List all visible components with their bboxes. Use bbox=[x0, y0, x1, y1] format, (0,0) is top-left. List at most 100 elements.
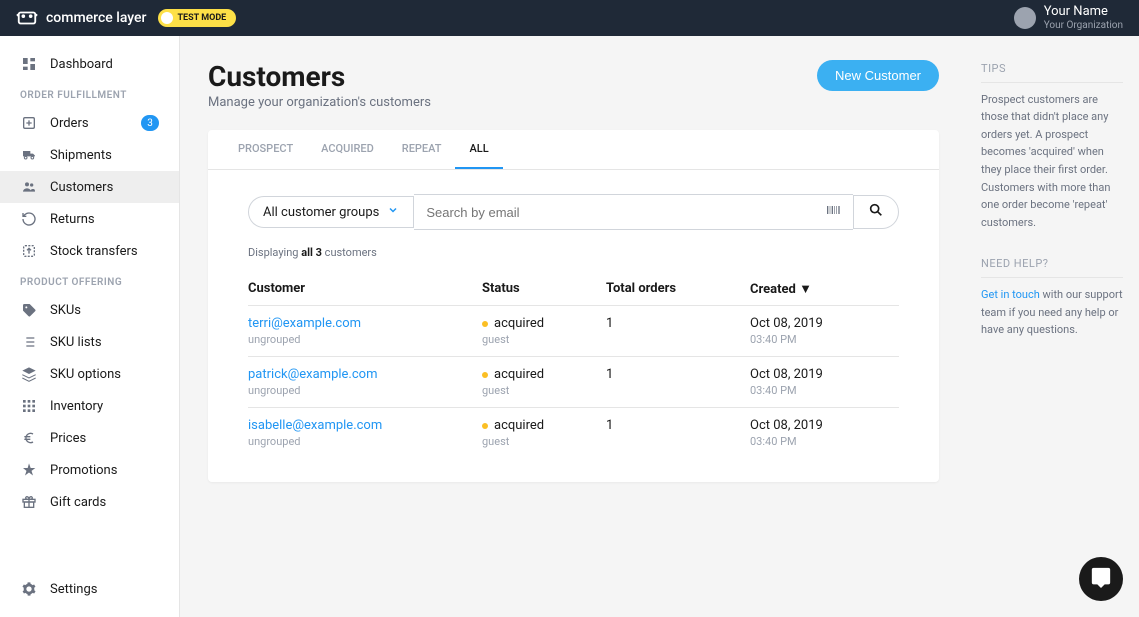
sidebar-item-prices[interactable]: Prices bbox=[0, 422, 179, 454]
sidebar-item-promotions[interactable]: Promotions bbox=[0, 454, 179, 486]
sidebar-item-label: Dashboard bbox=[50, 57, 113, 72]
customer-role: guest bbox=[482, 333, 606, 346]
orders-icon bbox=[20, 114, 38, 132]
sidebar-section-orders: ORDER FULFILLMENT bbox=[0, 80, 179, 107]
sidebar-item-label: Returns bbox=[50, 212, 95, 227]
customers-table: Customer Status Total orders Created ▼ t… bbox=[208, 271, 939, 482]
total-orders: 1 bbox=[606, 316, 750, 331]
customer-groups-dropdown[interactable]: All customer groups bbox=[248, 196, 414, 228]
help-heading: NEED HELP? bbox=[981, 255, 1123, 278]
customer-group: ungrouped bbox=[248, 333, 482, 346]
euro-icon bbox=[20, 429, 38, 447]
status-badge: acquired bbox=[482, 316, 606, 331]
search-box bbox=[414, 194, 853, 230]
customer-email-link[interactable]: isabelle@example.com bbox=[248, 418, 382, 433]
dashboard-icon bbox=[20, 55, 38, 73]
sidebar-item-label: Orders bbox=[50, 116, 89, 131]
header-left: commerce layer TEST MODE bbox=[16, 7, 236, 29]
star-icon bbox=[20, 461, 38, 479]
page-subtitle: Manage your organization's customers bbox=[208, 95, 431, 110]
sidebar-item-returns[interactable]: Returns bbox=[0, 203, 179, 235]
user-org: Your Organization bbox=[1044, 20, 1123, 32]
sidebar-item-sku-options[interactable]: SKU options bbox=[0, 358, 179, 390]
user-info: Your Name Your Organization bbox=[1044, 4, 1123, 32]
filters: All customer groups bbox=[208, 170, 939, 242]
search-button[interactable] bbox=[853, 195, 899, 229]
tabs: PROSPECT ACQUIRED REPEAT ALL bbox=[208, 130, 939, 170]
page-header: Customers Manage your organization's cus… bbox=[208, 60, 939, 110]
sidebar-item-orders[interactable]: Orders 3 bbox=[0, 107, 179, 139]
sidebar: Dashboard ORDER FULFILLMENT Orders 3 Shi… bbox=[0, 36, 180, 617]
customer-email-link[interactable]: patrick@example.com bbox=[248, 367, 377, 382]
user-name: Your Name bbox=[1044, 4, 1123, 20]
sidebar-item-skus[interactable]: SKUs bbox=[0, 294, 179, 326]
tag-icon bbox=[20, 301, 38, 319]
barcode-icon[interactable] bbox=[825, 202, 841, 222]
test-mode-badge[interactable]: TEST MODE bbox=[158, 9, 236, 27]
customer-group: ungrouped bbox=[248, 384, 482, 397]
table-row[interactable]: isabelle@example.com ungrouped acquired … bbox=[248, 408, 899, 458]
chevron-down-icon bbox=[387, 204, 399, 220]
sidebar-item-label: Gift cards bbox=[50, 495, 106, 510]
status-dot-icon bbox=[482, 321, 488, 327]
right-panel: TIPS Prospect customers are those that d… bbox=[967, 36, 1139, 617]
sidebar-item-customers[interactable]: Customers bbox=[0, 171, 179, 203]
sidebar-item-gift-cards[interactable]: Gift cards bbox=[0, 486, 179, 518]
orders-count-badge: 3 bbox=[141, 115, 159, 131]
sidebar-item-settings[interactable]: Settings bbox=[0, 573, 179, 605]
sidebar-item-dashboard[interactable]: Dashboard bbox=[0, 48, 179, 80]
created-time: 03:40 PM bbox=[750, 435, 899, 448]
status-dot-icon bbox=[482, 372, 488, 378]
transfer-icon bbox=[20, 242, 38, 260]
total-orders: 1 bbox=[606, 418, 750, 433]
status-badge: acquired bbox=[482, 418, 606, 433]
th-orders[interactable]: Total orders bbox=[606, 281, 750, 297]
chat-button[interactable] bbox=[1079, 557, 1123, 601]
layers-icon bbox=[20, 365, 38, 383]
sidebar-item-label: Customers bbox=[50, 180, 113, 195]
customer-email-link[interactable]: terri@example.com bbox=[248, 316, 361, 331]
brand-logo-icon bbox=[16, 7, 38, 29]
table-row[interactable]: patrick@example.com ungrouped acquired g… bbox=[248, 357, 899, 408]
created-date: Oct 08, 2019 bbox=[750, 316, 899, 331]
gift-icon bbox=[20, 493, 38, 511]
customers-card: PROSPECT ACQUIRED REPEAT ALL All custome… bbox=[208, 130, 939, 482]
tab-acquired[interactable]: ACQUIRED bbox=[307, 130, 388, 169]
sidebar-item-inventory[interactable]: Inventory bbox=[0, 390, 179, 422]
user-menu[interactable]: Your Name Your Organization bbox=[1014, 4, 1123, 32]
tab-prospect[interactable]: PROSPECT bbox=[224, 130, 307, 169]
sidebar-item-stock-transfers[interactable]: Stock transfers bbox=[0, 235, 179, 267]
tips-body: Prospect customers are those that didn't… bbox=[981, 91, 1123, 232]
returns-icon bbox=[20, 210, 38, 228]
page-title: Customers bbox=[208, 60, 431, 93]
get-in-touch-link[interactable]: Get in touch bbox=[981, 288, 1040, 301]
grid-icon bbox=[20, 397, 38, 415]
sidebar-item-label: Stock transfers bbox=[50, 244, 138, 259]
table-row[interactable]: terri@example.com ungrouped acquired gue… bbox=[248, 306, 899, 357]
th-status[interactable]: Status bbox=[482, 281, 606, 297]
sidebar-item-label: SKU options bbox=[50, 367, 121, 382]
created-date: Oct 08, 2019 bbox=[750, 367, 899, 382]
tab-repeat[interactable]: REPEAT bbox=[388, 130, 456, 169]
search-icon bbox=[868, 202, 884, 222]
th-created[interactable]: Created ▼ bbox=[750, 281, 899, 297]
tab-all[interactable]: ALL bbox=[455, 130, 502, 169]
search-input[interactable] bbox=[426, 205, 817, 220]
sidebar-item-label: SKUs bbox=[50, 303, 81, 318]
created-time: 03:40 PM bbox=[750, 384, 899, 397]
avatar bbox=[1014, 7, 1036, 29]
displaying-text: Displaying all 3 customers bbox=[208, 242, 939, 271]
brand-logo[interactable]: commerce layer bbox=[16, 7, 146, 29]
sidebar-item-sku-lists[interactable]: SKU lists bbox=[0, 326, 179, 358]
created-time: 03:40 PM bbox=[750, 333, 899, 346]
sidebar-item-label: Shipments bbox=[50, 148, 112, 163]
customer-role: guest bbox=[482, 384, 606, 397]
sidebar-item-shipments[interactable]: Shipments bbox=[0, 139, 179, 171]
people-icon bbox=[20, 178, 38, 196]
total-orders: 1 bbox=[606, 367, 750, 382]
new-customer-button[interactable]: New Customer bbox=[817, 60, 939, 91]
brand-name: commerce layer bbox=[46, 10, 146, 26]
sidebar-item-label: SKU lists bbox=[50, 335, 102, 350]
th-customer[interactable]: Customer bbox=[248, 281, 482, 297]
sidebar-item-label: Inventory bbox=[50, 399, 103, 414]
